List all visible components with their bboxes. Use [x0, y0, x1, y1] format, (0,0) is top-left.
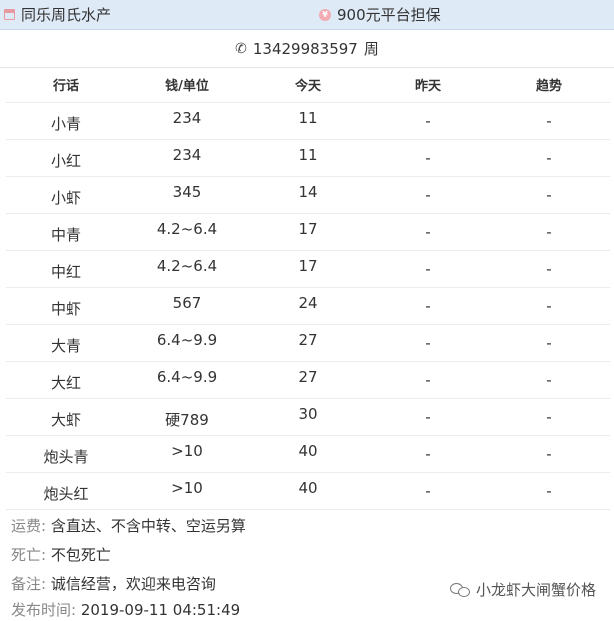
watermark-text: 小龙虾大闸蟹价格 — [475, 581, 596, 599]
row-trend: - — [488, 176, 610, 214]
row-trend: - — [488, 102, 610, 140]
row-today: 27 — [248, 361, 368, 399]
publish-label: 发布时间: — [11, 601, 77, 619]
row-trend: - — [488, 361, 610, 399]
row-yesterday: - — [368, 250, 488, 288]
row-price: 234 — [126, 102, 248, 140]
remark-label: 备注: — [11, 575, 47, 593]
shop-icon — [4, 9, 15, 20]
wechat-icon — [449, 581, 472, 599]
contact-row[interactable]: ✆ 13429983597 周 — [0, 30, 614, 68]
row-price: 4.2~6.4 — [126, 213, 248, 251]
row-price: 4.2~6.4 — [126, 250, 248, 288]
row-trend: - — [488, 324, 610, 362]
price-table: 行话 钱/单位 今天 昨天 趋势 小青 234 11 - - 小红 234 11… — [6, 68, 610, 510]
row-today: 11 — [248, 102, 368, 140]
shop-name: 同乐周氏水产 — [21, 6, 112, 24]
top-bar: 同乐周氏水产 ¥ 900元平台担保 — [0, 0, 614, 30]
row-yesterday: - — [368, 435, 488, 473]
shipping-label: 运费: — [11, 517, 47, 535]
shipping-note: 运费: 含直达、不含中转、空运另算 — [11, 512, 601, 541]
row-name: 中虾 — [6, 287, 126, 325]
guarantee-icon: ¥ — [319, 8, 331, 21]
row-yesterday: - — [368, 472, 488, 510]
row-name: 炮头红 — [6, 472, 126, 510]
header-today: 今天 — [248, 68, 368, 103]
row-trend: - — [488, 472, 610, 510]
row-yesterday: - — [368, 139, 488, 177]
publish-value: 2019-09-11 04:51:49 — [80, 601, 241, 619]
row-today: 40 — [248, 435, 368, 473]
death-note: 死亡: 不包死亡 — [11, 541, 601, 570]
contact-surname: 周 — [363, 40, 379, 58]
table-header-row: 行话 钱/单位 今天 昨天 趋势 — [6, 68, 610, 103]
row-trend: - — [488, 398, 610, 436]
table-row: 中虾 567 24 - - — [6, 287, 610, 325]
row-price: 6.4~9.9 — [126, 324, 248, 362]
row-price: >10 — [126, 472, 248, 510]
shop-name-cell[interactable]: 同乐周氏水产 — [0, 4, 307, 25]
row-trend: - — [488, 287, 610, 325]
row-price: 硬789 — [126, 398, 248, 436]
table-row: 炮头红 >10 40 - - — [6, 472, 610, 510]
row-trend: - — [488, 250, 610, 288]
table-row: 中红 4.2~6.4 17 - - — [6, 250, 610, 288]
row-name: 大红 — [6, 361, 126, 399]
row-name: 大虾 — [6, 398, 126, 436]
row-price: 234 — [126, 139, 248, 177]
row-yesterday: - — [368, 287, 488, 325]
row-name: 小虾 — [6, 176, 126, 214]
row-trend: - — [488, 213, 610, 251]
row-price: >10 — [126, 435, 248, 473]
row-today: 30 — [248, 398, 368, 436]
row-yesterday: - — [368, 102, 488, 140]
death-value: 不包死亡 — [50, 546, 111, 564]
row-trend: - — [488, 139, 610, 177]
table-row: 炮头青 >10 40 - - — [6, 435, 610, 473]
table-row: 小虾 345 14 - - — [6, 176, 610, 214]
notes-section: 运费: 含直达、不含中转、空运另算 死亡: 不包死亡 备注: 诚信经营，欢迎来电… — [11, 512, 601, 621]
table-row: 小红 234 11 - - — [6, 139, 610, 177]
phone-icon: ✆ — [235, 40, 247, 57]
row-trend: - — [488, 435, 610, 473]
publish-time-note: 发布时间: 2019-09-11 04:51:49 — [11, 599, 601, 621]
table-row: 中青 4.2~6.4 17 - - — [6, 213, 610, 251]
row-today: 17 — [248, 213, 368, 251]
row-yesterday: - — [368, 213, 488, 251]
row-name: 大青 — [6, 324, 126, 362]
row-price: 345 — [126, 176, 248, 214]
shipping-value: 含直达、不含中转、空运另算 — [50, 517, 246, 535]
header-trend: 趋势 — [488, 68, 610, 103]
header-name: 行话 — [6, 68, 126, 103]
row-price: 567 — [126, 287, 248, 325]
row-name: 中红 — [6, 250, 126, 288]
wechat-watermark: 小龙虾大闸蟹价格 — [449, 579, 596, 600]
row-today: 27 — [248, 324, 368, 362]
row-yesterday: - — [368, 398, 488, 436]
row-yesterday: - — [368, 361, 488, 399]
table-row: 小青 234 11 - - — [6, 102, 610, 140]
phone-number: 13429983597 — [252, 39, 358, 58]
guarantee-cell[interactable]: ¥ 900元平台担保 — [307, 4, 614, 25]
row-name: 中青 — [6, 213, 126, 251]
row-price: 6.4~9.9 — [126, 361, 248, 399]
table-row: 大红 6.4~9.9 27 - - — [6, 361, 610, 399]
row-today: 40 — [248, 472, 368, 510]
row-today: 11 — [248, 139, 368, 177]
row-name: 炮头青 — [6, 435, 126, 473]
death-label: 死亡: — [11, 546, 47, 564]
table-row: 大虾 硬789 30 - - — [6, 398, 610, 436]
guarantee-text: 900元平台担保 — [337, 6, 441, 24]
table-row: 大青 6.4~9.9 27 - - — [6, 324, 610, 362]
row-yesterday: - — [368, 324, 488, 362]
header-price: 钱/单位 — [126, 68, 248, 103]
row-name: 小青 — [6, 102, 126, 140]
row-today: 24 — [248, 287, 368, 325]
row-today: 14 — [248, 176, 368, 214]
row-yesterday: - — [368, 176, 488, 214]
row-today: 17 — [248, 250, 368, 288]
remark-value: 诚信经营，欢迎来电咨询 — [50, 575, 216, 593]
header-yesterday: 昨天 — [368, 68, 488, 103]
row-name: 小红 — [6, 139, 126, 177]
